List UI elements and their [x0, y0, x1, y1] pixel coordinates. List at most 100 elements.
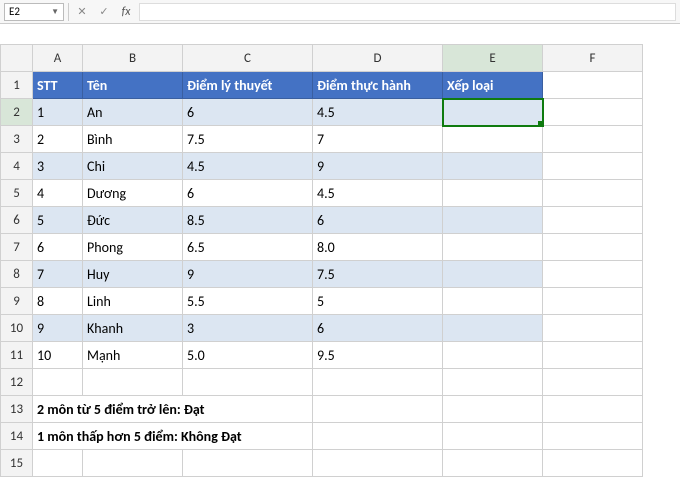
cell[interactable]: [543, 126, 643, 153]
cell-thuc-hanh[interactable]: 4.5: [313, 180, 443, 207]
table-header-row[interactable]: 1 STT Tên Điểm lý thuyết Điểm thực hành …: [1, 72, 643, 99]
table-row[interactable]: 12: [1, 369, 643, 396]
cell-thuc-hanh[interactable]: 4.5: [313, 99, 443, 126]
cell[interactable]: [83, 450, 183, 477]
cell-ten[interactable]: Mạnh: [83, 342, 183, 369]
col-header-C[interactable]: C: [183, 45, 313, 72]
cell-thuc-hanh[interactable]: 7.5: [313, 261, 443, 288]
cell-stt[interactable]: 8: [33, 288, 83, 315]
cell-ly-thuyet[interactable]: 9: [183, 261, 313, 288]
table-row[interactable]: 15: [1, 450, 643, 477]
cell-thuc-hanh[interactable]: 9.5: [313, 342, 443, 369]
cell[interactable]: [183, 450, 313, 477]
row-header[interactable]: 6: [1, 207, 33, 234]
cell-ly-thuyet[interactable]: 6.5: [183, 234, 313, 261]
cell-xep-loai[interactable]: [443, 315, 543, 342]
cell-stt[interactable]: 7: [33, 261, 83, 288]
cell-stt[interactable]: 3: [33, 153, 83, 180]
header-ly-thuyet[interactable]: Điểm lý thuyết: [183, 72, 313, 99]
cell[interactable]: [313, 450, 443, 477]
cell-xep-loai[interactable]: [443, 234, 543, 261]
note-line-2[interactable]: 1 môn thấp hơn 5 điểm: Không Đạt: [33, 423, 313, 450]
row-header[interactable]: 11: [1, 342, 33, 369]
cell[interactable]: [543, 261, 643, 288]
cell-xep-loai[interactable]: [443, 261, 543, 288]
cell[interactable]: [313, 396, 443, 423]
col-header-D[interactable]: D: [313, 45, 443, 72]
formula-input[interactable]: [139, 3, 676, 21]
cell-ten[interactable]: Phong: [83, 234, 183, 261]
cell[interactable]: [443, 450, 543, 477]
cell-thuc-hanh[interactable]: 6: [313, 315, 443, 342]
row-header[interactable]: 8: [1, 261, 33, 288]
table-row[interactable]: 2 1 An 6 4.5: [1, 99, 643, 126]
cell[interactable]: [543, 396, 643, 423]
header-thuc-hanh[interactable]: Điểm thực hành: [313, 72, 443, 99]
cell-ly-thuyet[interactable]: 6: [183, 180, 313, 207]
table-row[interactable]: 13 2 môn từ 5 điểm trở lên: Đạt: [1, 396, 643, 423]
cell[interactable]: [543, 342, 643, 369]
cell-xep-loai-selected[interactable]: [443, 99, 543, 126]
table-row[interactable]: 6 5 Đức 8.5 6: [1, 207, 643, 234]
cell-ten[interactable]: Đức: [83, 207, 183, 234]
cell-xep-loai[interactable]: [443, 207, 543, 234]
cell-ten[interactable]: Bình: [83, 126, 183, 153]
fx-icon[interactable]: fx: [117, 3, 135, 21]
cell-xep-loai[interactable]: [443, 342, 543, 369]
table-row[interactable]: 11 10 Mạnh 5.0 9.5: [1, 342, 643, 369]
col-header-F[interactable]: F: [543, 45, 643, 72]
col-header-B[interactable]: B: [83, 45, 183, 72]
cell-ten[interactable]: Huy: [83, 261, 183, 288]
cell-ten[interactable]: Linh: [83, 288, 183, 315]
cell[interactable]: [443, 369, 543, 396]
cell-thuc-hanh[interactable]: 8.0: [313, 234, 443, 261]
cell[interactable]: [543, 315, 643, 342]
cell-stt[interactable]: 6: [33, 234, 83, 261]
row-header[interactable]: 1: [1, 72, 33, 99]
header-ten[interactable]: Tên: [83, 72, 183, 99]
cell-ly-thuyet[interactable]: 3: [183, 315, 313, 342]
cell[interactable]: [83, 369, 183, 396]
cell-ten[interactable]: An: [83, 99, 183, 126]
note-line-1[interactable]: 2 môn từ 5 điểm trở lên: Đạt: [33, 396, 313, 423]
cancel-icon[interactable]: ✕: [73, 3, 91, 21]
cell-stt[interactable]: 4: [33, 180, 83, 207]
table-row[interactable]: 14 1 môn thấp hơn 5 điểm: Không Đạt: [1, 423, 643, 450]
row-header[interactable]: 9: [1, 288, 33, 315]
cell[interactable]: [543, 450, 643, 477]
confirm-icon[interactable]: ✓: [95, 3, 113, 21]
cell-ten[interactable]: Khanh: [83, 315, 183, 342]
col-header-A[interactable]: A: [33, 45, 83, 72]
cell[interactable]: [313, 423, 443, 450]
cell[interactable]: [543, 99, 643, 126]
row-header[interactable]: 10: [1, 315, 33, 342]
row-header[interactable]: 4: [1, 153, 33, 180]
header-xep-loai[interactable]: Xếp loại: [443, 72, 543, 99]
cell-xep-loai[interactable]: [443, 288, 543, 315]
cell-stt[interactable]: 9: [33, 315, 83, 342]
cell-thuc-hanh[interactable]: 7: [313, 126, 443, 153]
cell[interactable]: [313, 369, 443, 396]
cell-thuc-hanh[interactable]: 5: [313, 288, 443, 315]
cell[interactable]: [543, 180, 643, 207]
cell-stt[interactable]: 5: [33, 207, 83, 234]
cell[interactable]: [33, 450, 83, 477]
table-row[interactable]: 4 3 Chi 4.5 9: [1, 153, 643, 180]
table-row[interactable]: 10 9 Khanh 3 6: [1, 315, 643, 342]
header-stt[interactable]: STT: [33, 72, 83, 99]
cell[interactable]: [543, 423, 643, 450]
row-header[interactable]: 2: [1, 99, 33, 126]
cell-thuc-hanh[interactable]: 6: [313, 207, 443, 234]
cell[interactable]: [183, 369, 313, 396]
cell-ly-thuyet[interactable]: 4.5: [183, 153, 313, 180]
cell-xep-loai[interactable]: [443, 180, 543, 207]
table-row[interactable]: 9 8 Linh 5.5 5: [1, 288, 643, 315]
cell[interactable]: [443, 423, 543, 450]
cell[interactable]: [543, 72, 643, 99]
cell-stt[interactable]: 10: [33, 342, 83, 369]
cell-ly-thuyet[interactable]: 5.0: [183, 342, 313, 369]
row-header[interactable]: 12: [1, 369, 33, 396]
cell-ly-thuyet[interactable]: 5.5: [183, 288, 313, 315]
cell-xep-loai[interactable]: [443, 126, 543, 153]
cell-xep-loai[interactable]: [443, 153, 543, 180]
